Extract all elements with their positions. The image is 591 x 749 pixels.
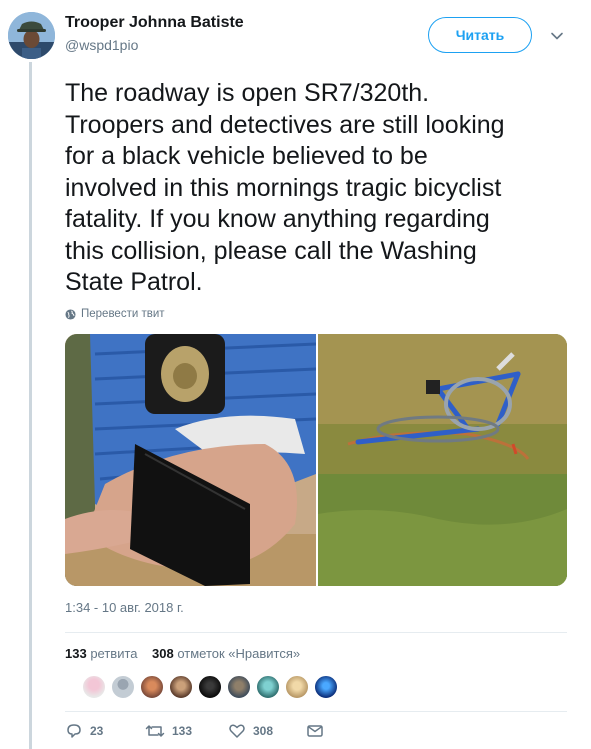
engagement-stats: 133 ретвита 308 отметок «Нравится» xyxy=(65,646,300,661)
photo-bicycle[interactable] xyxy=(318,334,567,586)
tweet-text: The roadway is open SR7/320th. Troopers … xyxy=(65,79,505,296)
avatar-image xyxy=(8,12,55,59)
translate-link[interactable]: Перевести твит xyxy=(65,308,165,320)
retweets-count[interactable]: 133 xyxy=(65,646,87,661)
liker-avatar[interactable] xyxy=(82,675,106,699)
like-action[interactable]: 308 xyxy=(228,722,306,740)
likes-label[interactable]: отметок «Нравится» xyxy=(177,646,300,661)
liker-avatar[interactable] xyxy=(169,675,193,699)
avatar[interactable] xyxy=(8,12,55,59)
liker-avatar[interactable] xyxy=(256,675,280,699)
likes-count[interactable]: 308 xyxy=(152,646,174,661)
globe-icon xyxy=(65,308,76,320)
tweet-timestamp[interactable]: 1:34 - 10 авг. 2018 г. xyxy=(65,600,184,615)
retweet-count: 133 xyxy=(172,724,193,738)
liker-avatar[interactable] xyxy=(111,675,135,699)
media-grid[interactable] xyxy=(65,334,567,586)
reply-count: 23 xyxy=(90,724,104,738)
heart-icon xyxy=(229,724,245,738)
follow-button[interactable]: Читать xyxy=(428,17,532,53)
retweet-action[interactable]: 133 xyxy=(145,722,228,740)
liker-avatars xyxy=(82,675,343,699)
translate-label[interactable]: Перевести твит xyxy=(81,308,165,320)
mail-icon xyxy=(307,725,323,737)
divider xyxy=(65,711,567,712)
retweet-icon xyxy=(145,725,165,737)
retweets-label[interactable]: ретвита xyxy=(90,646,137,661)
author-handle[interactable]: @wspd1pio xyxy=(65,37,138,53)
liker-avatar[interactable] xyxy=(140,675,164,699)
like-count: 308 xyxy=(253,724,274,738)
photo-badge-image xyxy=(65,334,316,586)
reply-action[interactable]: 23 xyxy=(65,722,145,740)
chevron-down-icon[interactable] xyxy=(548,27,566,45)
author-name[interactable]: Trooper Johnna Batiste xyxy=(65,14,244,32)
thread-line xyxy=(29,62,32,749)
liker-avatar[interactable] xyxy=(198,675,222,699)
divider xyxy=(65,632,567,633)
direct-message-action[interactable] xyxy=(306,722,331,740)
liker-avatar[interactable] xyxy=(227,675,251,699)
tweet-actions: 23 133 308 xyxy=(65,722,331,740)
photo-bicycle-image xyxy=(318,334,567,586)
photo-badge-and-debris[interactable] xyxy=(65,334,316,586)
liker-avatar[interactable] xyxy=(314,675,338,699)
reply-icon xyxy=(67,724,81,738)
liker-avatar[interactable] xyxy=(285,675,309,699)
